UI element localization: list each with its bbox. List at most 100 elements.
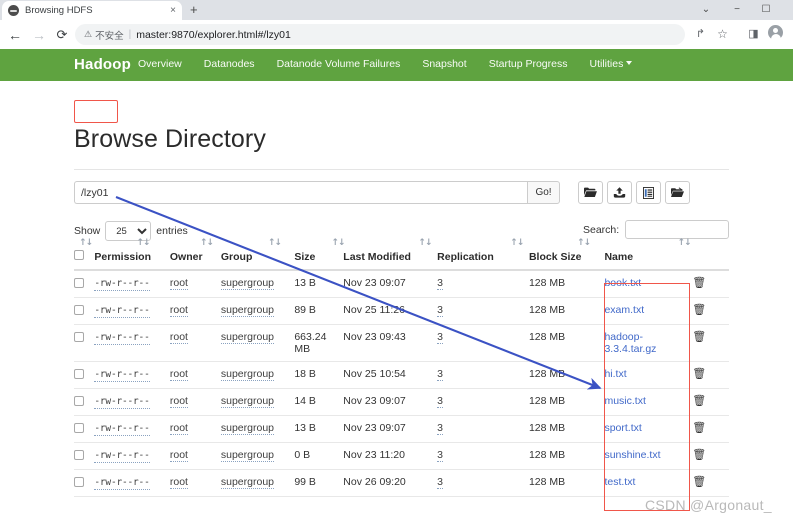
owner-value[interactable]: root bbox=[170, 277, 188, 290]
th-name[interactable]: ↑↓ Name bbox=[604, 249, 692, 270]
file-name-link[interactable]: exam.txt bbox=[604, 304, 644, 316]
th-permission[interactable]: ↑↓ Permission bbox=[94, 249, 169, 270]
nav-item-utilities[interactable]: Utilities bbox=[589, 58, 632, 70]
permission-value[interactable]: -rw-r--r-- bbox=[94, 450, 149, 463]
owner-value[interactable]: root bbox=[170, 368, 188, 381]
cut-folder-icon[interactable] bbox=[665, 181, 690, 204]
upload-icon[interactable] bbox=[607, 181, 632, 204]
th-group[interactable]: ↑↓ Group bbox=[221, 249, 294, 270]
brand-logo[interactable]: Hadoop bbox=[74, 56, 131, 73]
file-name-link[interactable]: music.txt bbox=[604, 395, 645, 407]
row-checkbox[interactable] bbox=[74, 396, 84, 406]
th-owner[interactable]: ↑↓ Owner bbox=[170, 249, 221, 270]
group-value[interactable]: supergroup bbox=[221, 476, 274, 489]
owner-value[interactable]: root bbox=[170, 395, 188, 408]
trash-icon[interactable]: 🗑 bbox=[692, 305, 706, 316]
chevron-down-icon[interactable]: ⌄ bbox=[695, 1, 717, 18]
row-checkbox[interactable] bbox=[74, 423, 84, 433]
nav-item-snapshot[interactable]: Snapshot bbox=[422, 58, 466, 70]
owner-value[interactable]: root bbox=[170, 331, 188, 344]
bookmark-star-icon[interactable]: ☆ bbox=[714, 26, 731, 43]
permission-value[interactable]: -rw-r--r-- bbox=[94, 278, 149, 291]
trash-icon[interactable]: 🗑 bbox=[692, 369, 706, 380]
permission-value[interactable]: -rw-r--r-- bbox=[94, 332, 149, 345]
file-name-link[interactable]: sport.txt bbox=[604, 422, 641, 434]
replication-value[interactable]: 3 bbox=[437, 304, 443, 317]
minimize-icon[interactable]: − bbox=[726, 1, 748, 18]
table-row: -rw-r--r--rootsupergroup13 BNov 23 09:07… bbox=[74, 415, 729, 442]
group-value[interactable]: supergroup bbox=[221, 422, 274, 435]
group-value[interactable]: supergroup bbox=[221, 304, 274, 317]
permission-value[interactable]: -rw-r--r-- bbox=[94, 369, 149, 382]
nav-item-startup-progress[interactable]: Startup Progress bbox=[489, 58, 568, 70]
th-last-modified[interactable]: ↑↓ Last Modified bbox=[343, 249, 437, 270]
side-panel-icon[interactable]: ◨ bbox=[745, 26, 762, 43]
size-value: 0 B bbox=[294, 449, 310, 461]
permission-value[interactable]: -rw-r--r-- bbox=[94, 423, 149, 436]
forward-icon[interactable]: → bbox=[30, 26, 48, 44]
group-value[interactable]: supergroup bbox=[221, 331, 274, 344]
permission-value[interactable]: -rw-r--r-- bbox=[94, 477, 149, 490]
th-block-size[interactable]: ↑↓ Block Size bbox=[529, 249, 604, 270]
permission-value[interactable]: -rw-r--r-- bbox=[94, 305, 149, 318]
row-checkbox[interactable] bbox=[74, 369, 84, 379]
replication-value[interactable]: 3 bbox=[437, 331, 443, 344]
owner-value[interactable]: root bbox=[170, 449, 188, 462]
owner-value[interactable]: root bbox=[170, 476, 188, 489]
close-icon[interactable]: × bbox=[170, 6, 176, 16]
nav-item-overview[interactable]: Overview bbox=[138, 58, 182, 70]
th-size[interactable]: ↑↓ Size bbox=[294, 249, 343, 270]
owner-value[interactable]: root bbox=[170, 304, 188, 317]
maximize-icon[interactable]: ☐ bbox=[755, 1, 777, 18]
cell-group: supergroup bbox=[221, 388, 294, 415]
group-value[interactable]: supergroup bbox=[221, 277, 274, 290]
trash-icon[interactable]: 🗑 bbox=[692, 332, 706, 343]
folder-open-icon[interactable] bbox=[578, 181, 603, 204]
nav-item-datanodes[interactable]: Datanodes bbox=[204, 58, 255, 70]
row-checkbox[interactable] bbox=[74, 477, 84, 487]
avatar[interactable] bbox=[768, 25, 783, 40]
th-select-all[interactable]: ↑↓ bbox=[74, 249, 94, 270]
th-permission-label: Permission bbox=[94, 251, 151, 263]
block-size-value: 128 MB bbox=[529, 277, 565, 289]
go-button[interactable]: Go! bbox=[527, 181, 560, 204]
trash-icon[interactable]: 🗑 bbox=[692, 278, 706, 289]
address-bar[interactable]: ⚠ 不安全 | master:9870/explorer.html#/lzy01 bbox=[75, 24, 685, 45]
reload-icon[interactable]: ⟳ bbox=[53, 26, 71, 44]
row-checkbox[interactable] bbox=[74, 278, 84, 288]
group-value[interactable]: supergroup bbox=[221, 395, 274, 408]
new-tab-button[interactable]: + bbox=[190, 3, 198, 17]
nav-item-datanode-volume-failures[interactable]: Datanode Volume Failures bbox=[277, 58, 401, 70]
cell-delete: 🗑 bbox=[692, 388, 729, 415]
select-all-checkbox[interactable] bbox=[74, 250, 84, 260]
owner-value[interactable]: root bbox=[170, 422, 188, 435]
row-checkbox[interactable] bbox=[74, 305, 84, 315]
trash-icon[interactable]: 🗑 bbox=[692, 396, 706, 407]
back-icon[interactable]: ← bbox=[6, 26, 24, 44]
trash-icon[interactable]: 🗑 bbox=[692, 477, 706, 488]
replication-value[interactable]: 3 bbox=[437, 449, 443, 462]
row-checkbox[interactable] bbox=[74, 450, 84, 460]
replication-value[interactable]: 3 bbox=[437, 422, 443, 435]
replication-value[interactable]: 3 bbox=[437, 368, 443, 381]
browser-tab[interactable]: Browsing HDFS × bbox=[2, 1, 182, 20]
group-value[interactable]: supergroup bbox=[221, 449, 274, 462]
share-icon[interactable]: ↱ bbox=[692, 26, 709, 43]
replication-value[interactable]: 3 bbox=[437, 395, 443, 408]
file-name-link[interactable]: test.txt bbox=[604, 476, 635, 488]
file-name-link[interactable]: hi.txt bbox=[604, 368, 626, 380]
trash-icon[interactable]: 🗑 bbox=[692, 450, 706, 461]
group-value[interactable]: supergroup bbox=[221, 368, 274, 381]
path-input[interactable] bbox=[74, 181, 527, 204]
file-name-link[interactable]: sunshine.txt bbox=[604, 449, 660, 461]
replication-value[interactable]: 3 bbox=[437, 277, 443, 290]
th-replication[interactable]: ↑↓ Replication bbox=[437, 249, 529, 270]
list-file-icon[interactable] bbox=[636, 181, 661, 204]
permission-value[interactable]: -rw-r--r-- bbox=[94, 396, 149, 409]
search-input[interactable] bbox=[625, 220, 729, 239]
trash-icon[interactable]: 🗑 bbox=[692, 423, 706, 434]
file-name-link[interactable]: book.txt bbox=[604, 277, 641, 289]
replication-value[interactable]: 3 bbox=[437, 476, 443, 489]
row-checkbox[interactable] bbox=[74, 332, 84, 342]
file-name-link[interactable]: hadoop-3.3.4.tar.gz bbox=[604, 331, 656, 355]
